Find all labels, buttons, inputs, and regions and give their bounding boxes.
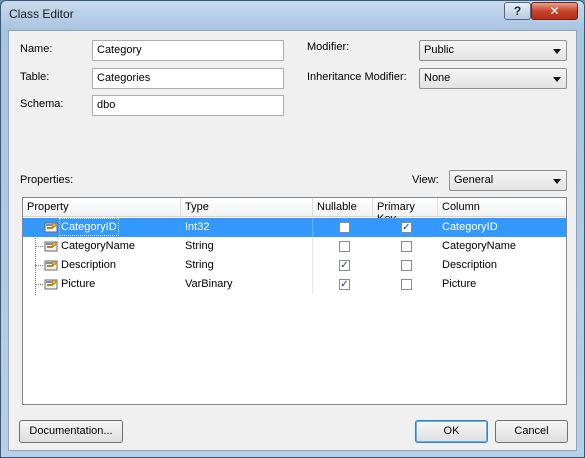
column-cell[interactable]: Picture: [438, 275, 566, 294]
properties-label: Properties:: [20, 174, 74, 186]
table-row[interactable]: CategoryName String CategoryName: [23, 237, 566, 256]
schema-input[interactable]: dbo: [92, 95, 284, 116]
properties-grid[interactable]: Property Type Nullable Primary Key Colum…: [22, 197, 567, 405]
primary-key-checkbox[interactable]: [401, 241, 412, 252]
nullable-checkbox[interactable]: ✓: [339, 279, 350, 290]
class-editor-window: Class Editor ? ✕ Name: Category Table: C…: [0, 0, 585, 458]
modifier-select-value: Public: [424, 44, 454, 56]
property-icon: [44, 279, 58, 290]
cancel-button[interactable]: Cancel: [495, 420, 568, 443]
tree-connector: [35, 265, 43, 266]
view-select[interactable]: General: [449, 170, 567, 191]
property-icon: [44, 222, 58, 233]
chevron-down-icon: [553, 179, 561, 184]
grid-header: Property Type Nullable Primary Key Colum…: [23, 198, 566, 225]
title-bar[interactable]: Class Editor ? ✕: [1, 1, 584, 29]
dialog-client-area: Name: Category Table: Categories Schema:…: [8, 30, 577, 451]
type-cell[interactable]: Int32: [181, 218, 313, 237]
column-header-primary-key[interactable]: Primary Key: [373, 198, 438, 225]
tree-connector: [35, 246, 43, 247]
window-title: Class Editor: [9, 7, 74, 21]
type-cell[interactable]: String: [181, 256, 313, 275]
tree-connector: [35, 227, 43, 228]
chevron-down-icon: [553, 49, 561, 54]
tree-connector: [35, 284, 43, 285]
name-input[interactable]: Category: [92, 40, 284, 61]
column-header-property[interactable]: Property: [23, 198, 181, 217]
property-name[interactable]: Description: [59, 256, 118, 274]
ok-button[interactable]: OK: [415, 420, 488, 443]
close-button[interactable]: ✕: [531, 2, 578, 20]
table-row[interactable]: Description String ✓ Description: [23, 256, 566, 275]
column-header-nullable[interactable]: Nullable: [313, 198, 373, 217]
modifier-select[interactable]: Public: [419, 40, 567, 61]
type-cell[interactable]: String: [181, 237, 313, 256]
primary-key-checkbox[interactable]: [401, 279, 412, 290]
column-cell[interactable]: CategoryName: [438, 237, 566, 256]
property-name[interactable]: CategoryName: [59, 237, 137, 255]
property-icon: [44, 260, 58, 271]
name-label: Name:: [20, 43, 53, 55]
column-header-column[interactable]: Column: [438, 198, 566, 217]
primary-key-checkbox[interactable]: ✓: [401, 222, 412, 233]
schema-label: Schema:: [20, 98, 64, 110]
view-label: View:: [412, 174, 439, 186]
inheritance-modifier-select[interactable]: None: [419, 68, 567, 89]
column-cell[interactable]: CategoryID: [438, 218, 566, 237]
table-row[interactable]: Picture VarBinary ✓ Picture: [23, 275, 566, 294]
property-name[interactable]: Picture: [59, 275, 97, 293]
nullable-checkbox[interactable]: [339, 222, 350, 233]
inheritance-modifier-select-value: None: [424, 72, 451, 84]
inheritance-modifier-label: Inheritance Modifier:: [307, 71, 407, 83]
type-cell[interactable]: VarBinary: [181, 275, 313, 294]
nullable-checkbox[interactable]: [339, 241, 350, 252]
property-icon: [44, 241, 58, 252]
column-cell[interactable]: Description: [438, 256, 566, 275]
table-row[interactable]: CategoryID Int32 ✓ CategoryID: [23, 218, 566, 237]
chevron-down-icon: [553, 77, 561, 82]
modifier-label: Modifier:: [307, 41, 350, 53]
nullable-checkbox[interactable]: ✓: [339, 260, 350, 271]
primary-key-checkbox[interactable]: [401, 260, 412, 271]
view-select-value: General: [454, 174, 494, 186]
table-label: Table:: [20, 71, 50, 83]
help-button[interactable]: ?: [504, 2, 531, 20]
documentation-button[interactable]: Documentation...: [19, 420, 123, 443]
property-name[interactable]: CategoryID: [59, 218, 119, 236]
table-input[interactable]: Categories: [92, 68, 284, 89]
column-header-type[interactable]: Type: [181, 198, 313, 217]
